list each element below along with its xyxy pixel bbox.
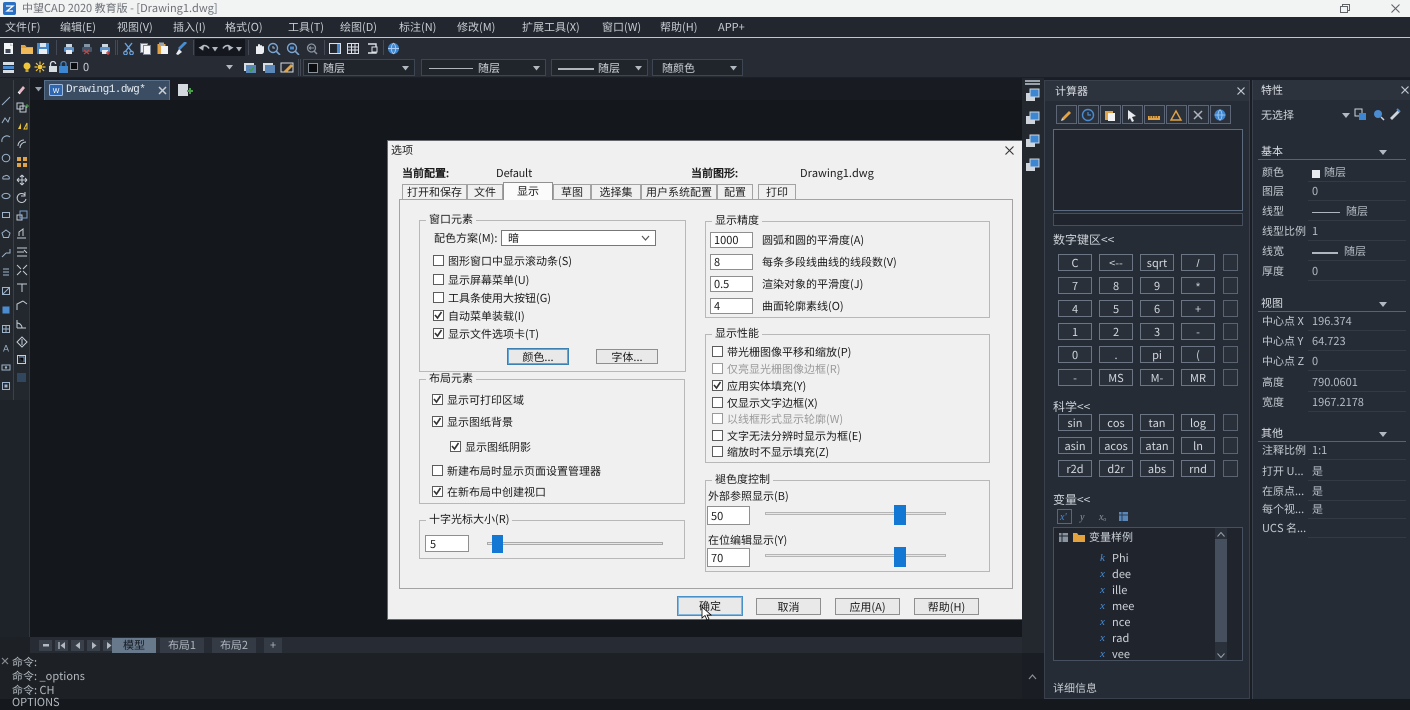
svg-text:xₒ: xₒ [1098,512,1106,523]
svg-text:y: y [1079,512,1085,523]
svg-text:A: A [3,344,9,354]
svg-text:W: W [53,88,60,95]
